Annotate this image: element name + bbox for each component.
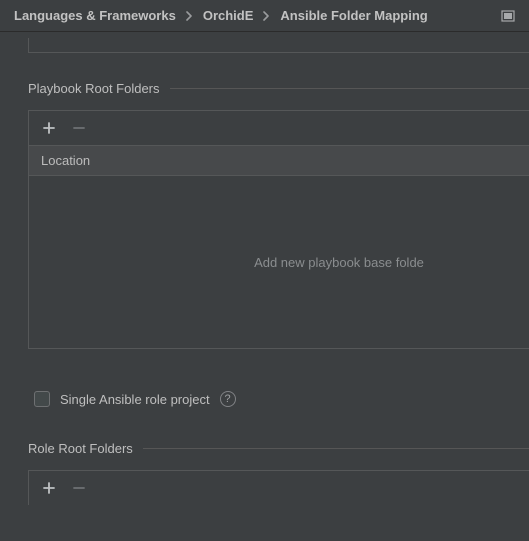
playbook-folders-panel: Location Add new playbook base folde	[28, 110, 529, 349]
panel-toolbar	[29, 471, 529, 505]
add-button[interactable]	[41, 120, 57, 136]
single-role-row: Single Ansible role project ?	[34, 391, 529, 407]
section-title: Playbook Root Folders	[28, 81, 160, 96]
section-header-role: Role Root Folders	[28, 441, 529, 456]
panel-toolbar	[29, 111, 529, 145]
chevron-right-icon	[263, 11, 270, 21]
separator	[143, 448, 529, 449]
role-folders-panel	[28, 470, 529, 505]
add-button[interactable]	[41, 480, 57, 496]
previous-panel-bottom	[28, 38, 529, 53]
section-title: Role Root Folders	[28, 441, 133, 456]
section-header-playbook: Playbook Root Folders	[28, 81, 529, 96]
single-role-checkbox[interactable]	[34, 391, 50, 407]
empty-state-text: Add new playbook base folde	[254, 255, 424, 270]
breadcrumb: Languages & Frameworks OrchidE Ansible F…	[0, 0, 529, 32]
breadcrumb-item[interactable]: OrchidE	[203, 8, 254, 23]
column-header-location[interactable]: Location	[29, 145, 529, 176]
single-role-label: Single Ansible role project	[60, 392, 210, 407]
separator	[170, 88, 529, 89]
breadcrumb-item[interactable]: Languages & Frameworks	[14, 8, 176, 23]
help-icon[interactable]: ?	[220, 391, 236, 407]
expand-icon[interactable]	[501, 10, 515, 22]
chevron-right-icon	[186, 11, 193, 21]
remove-button[interactable]	[71, 480, 87, 496]
playbook-empty-area[interactable]: Add new playbook base folde	[29, 176, 529, 348]
remove-button[interactable]	[71, 120, 87, 136]
breadcrumb-item[interactable]: Ansible Folder Mapping	[280, 8, 427, 23]
